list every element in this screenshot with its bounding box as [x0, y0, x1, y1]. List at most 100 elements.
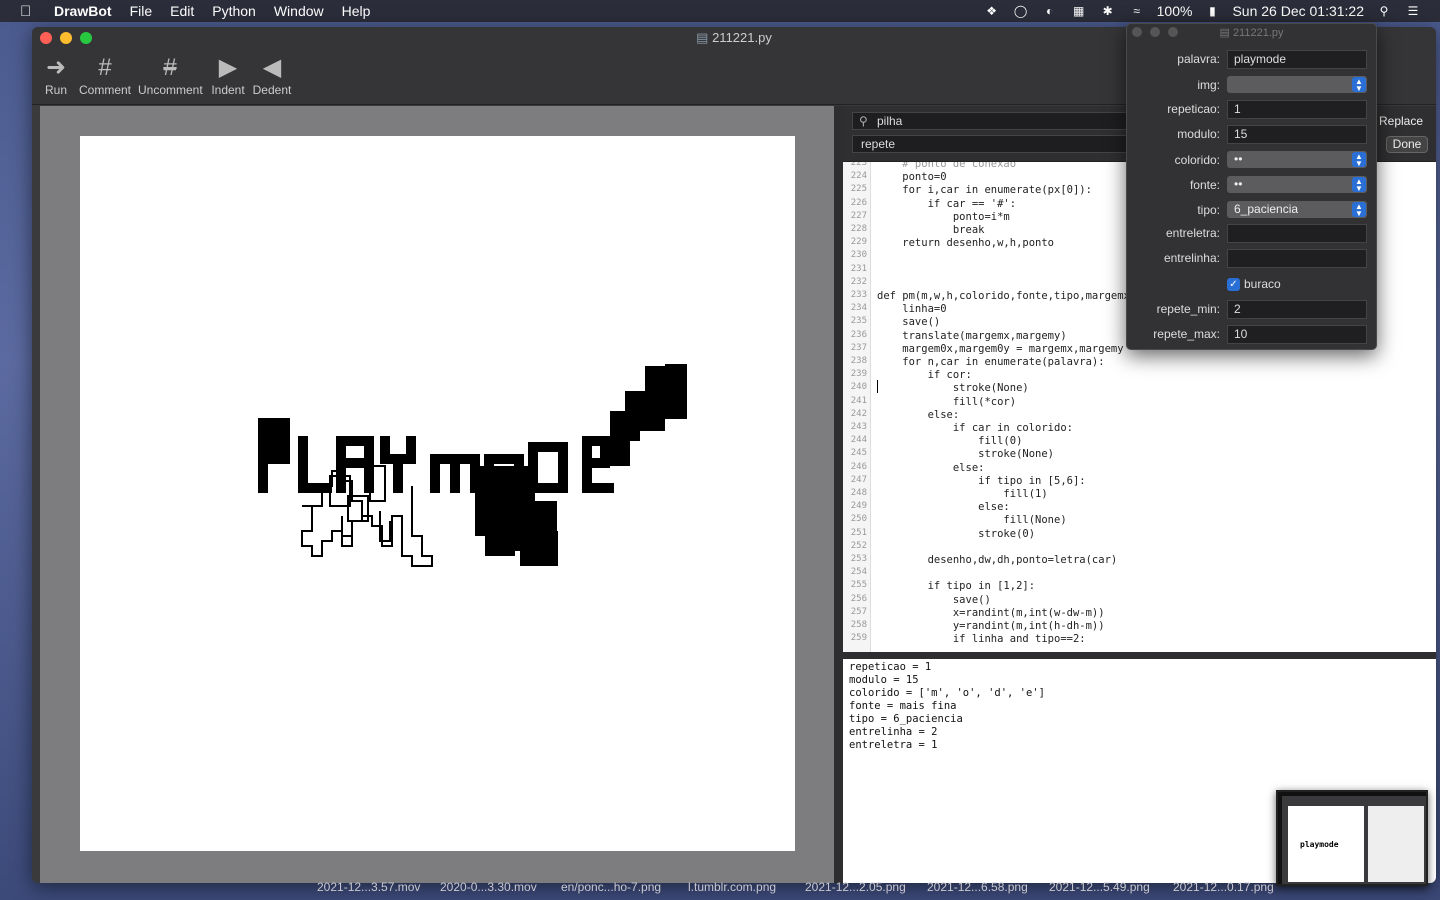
entreletra-label: entreletra: [1165, 226, 1220, 240]
uncomment-button[interactable]: # Uncomment [138, 53, 203, 97]
code-line: for n,car in enumerate(palavra): [877, 356, 1105, 368]
replace-input[interactable]: repete [852, 135, 1142, 153]
line-number: 223 [850, 162, 867, 168]
desktop-file-label[interactable]: 2021-12...6.58.png [927, 880, 1028, 894]
desktop-file-label[interactable]: 2021-12...2.05.png [805, 880, 906, 894]
spotlight-search-icon[interactable]: ⚲ [1375, 4, 1393, 18]
img-select[interactable]: ▲ ▼ [1227, 76, 1367, 93]
dark-mode-icon[interactable]: ◐ [1041, 4, 1059, 18]
replace-button[interactable]: Replace [1379, 114, 1423, 128]
line-number: 229 [850, 237, 867, 248]
code-line: x=randint(m,int(w-dw-m)) [877, 606, 1105, 619]
desktop-file-label[interactable]: en/ponc...ho-7.png [561, 880, 661, 894]
code-line: if cor: [877, 369, 972, 382]
vertical-splitter[interactable] [834, 106, 843, 883]
code-line: linha=0 [877, 303, 947, 316]
tipo-label: tipo: [1197, 203, 1220, 217]
battery-icon[interactable]: ▮ [1203, 4, 1221, 18]
code-line: fill(*cor) [877, 395, 1017, 408]
code-line: # ponto de conexao [877, 162, 1017, 170]
dedent-button[interactable]: ◀ Dedent [252, 53, 292, 97]
find-input[interactable]: ⚲ pilha [852, 112, 1142, 130]
clock[interactable]: Sun 26 Dec 01:31:22 [1232, 3, 1364, 19]
menu-python[interactable]: Python [212, 3, 256, 19]
menu-file[interactable]: File [130, 3, 153, 19]
line-number: 243 [850, 422, 867, 432]
desktop-file-label[interactable]: l.tumblr.com.png [688, 880, 776, 894]
output-line: modulo = 15 [849, 674, 919, 686]
output-line: entrelinha = 2 [849, 726, 938, 738]
updown-arrows-icon: ▲ ▼ [1352, 77, 1366, 93]
colorido-select[interactable]: •• ▲ ▼ [1227, 151, 1367, 168]
line-number: 254 [850, 567, 867, 578]
canvas-area[interactable] [40, 106, 834, 883]
buraco-checkbox[interactable]: ✓ [1227, 278, 1240, 291]
file-icon: ▤ [696, 30, 709, 45]
menu-help[interactable]: Help [342, 3, 371, 19]
entrelinha-input[interactable] [1227, 249, 1367, 268]
line-number: 241 [850, 395, 867, 406]
fonte-select[interactable]: •• ▲ ▼ [1227, 176, 1367, 193]
line-number: 230 [850, 250, 867, 261]
indent-button[interactable]: ▶ Indent [210, 53, 246, 97]
code-line: stroke(0) [877, 527, 1036, 540]
dropbox-icon[interactable]: ❖ [983, 4, 1001, 18]
wifi-icon[interactable]: ≈ [1128, 4, 1146, 18]
control-center-icon[interactable]: ☰ [1404, 4, 1422, 18]
search-icon: ⚲ [859, 114, 868, 128]
repete-max-input[interactable]: 10 [1227, 325, 1367, 344]
modulo-input[interactable]: 15 [1227, 125, 1367, 144]
code-line: else: [877, 408, 960, 421]
done-button[interactable]: Done [1386, 136, 1428, 153]
desktop-file-label[interactable]: 2021-12...3.57.mov [317, 880, 420, 894]
code-line: translate(margemx,margemy) [877, 329, 1067, 342]
pixel-art-drawing [258, 364, 687, 567]
bluetooth-icon[interactable]: ✱ [1099, 4, 1117, 18]
line-number: 252 [850, 540, 867, 551]
code-line: if tipo in [1,2]: [877, 580, 1036, 593]
screenshot-thumbnail[interactable]: playmode [1276, 790, 1428, 886]
code-line: if tipo in [5,6]: [877, 474, 1086, 487]
comment-button[interactable]: # Comment [78, 53, 132, 97]
entreletra-input[interactable] [1227, 224, 1367, 243]
var-buraco: ✓ buraco [1127, 276, 1378, 296]
line-number: 225 [850, 184, 867, 195]
line-number: 238 [850, 356, 867, 366]
desktop-file-strip: 2021-12...3.57.mov 2020-0...3.30.mov en/po… [0, 880, 1440, 900]
repeticao-input[interactable]: 1 [1227, 100, 1367, 119]
creative-cloud-icon[interactable]: ◯ [1012, 4, 1030, 18]
apple-icon[interactable]:  [20, 3, 40, 20]
line-number: 258 [850, 620, 867, 630]
desktop-file-label[interactable]: 2020-0...3.30.mov [440, 880, 537, 894]
line-number: 256 [850, 593, 867, 604]
line-number: 236 [850, 329, 867, 340]
repete-min-label: repete_min: [1156, 302, 1220, 316]
repete-min-input[interactable]: 2 [1227, 300, 1367, 319]
line-number: 239 [850, 369, 867, 380]
code-line: fill(None) [877, 514, 1067, 527]
line-number: 237 [850, 342, 867, 353]
line-number: 253 [850, 554, 867, 564]
line-number: 249 [850, 501, 867, 512]
menu-app[interactable]: DrawBot [54, 3, 112, 19]
hash-slash-icon: # [163, 54, 177, 81]
desktop-file-label[interactable]: 2021-12...0.17.png [1173, 880, 1274, 894]
code-line: else: [877, 501, 1010, 514]
code-line: if car in colorido: [877, 422, 1073, 434]
desktop-file-label[interactable]: 2021-12...5.49.png [1049, 880, 1150, 894]
code-line: fill(0) [877, 435, 1023, 448]
line-number: 231 [850, 263, 867, 274]
line-number: 234 [850, 303, 867, 314]
palavra-input[interactable]: playmode [1227, 50, 1367, 69]
menu-window[interactable]: Window [274, 3, 324, 19]
horizontal-splitter[interactable] [843, 652, 1436, 659]
calendar-icon[interactable]: ▦ [1070, 4, 1088, 18]
menu-edit[interactable]: Edit [170, 3, 194, 19]
code-line: desenho,dw,dh,ponto=letra(car) [877, 554, 1118, 566]
line-number: 240 [850, 382, 867, 393]
run-button[interactable]: ➜ Run [42, 53, 70, 97]
updown-arrows-icon: ▲ ▼ [1352, 202, 1366, 218]
var-modulo: modulo: 15 [1127, 125, 1378, 145]
tipo-select[interactable]: 6_paciencia ▲ ▼ [1227, 201, 1367, 218]
colorido-label: colorido: [1174, 153, 1220, 167]
